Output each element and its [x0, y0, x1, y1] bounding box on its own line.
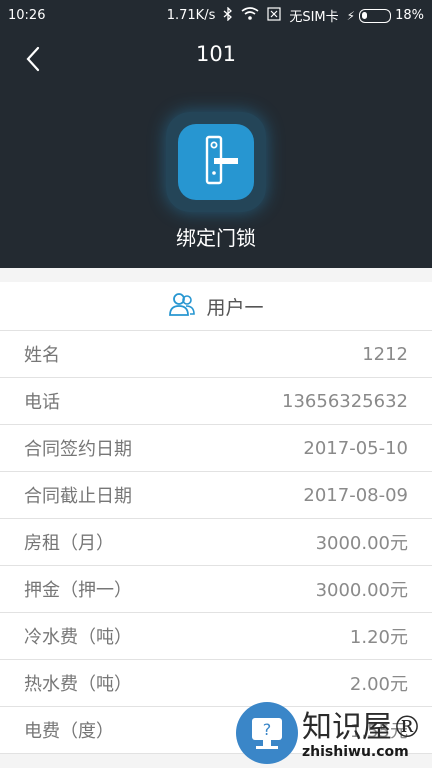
status-right: 1.71K/s 无SIM卡 ⚡ 18% [166, 5, 424, 25]
battery-icon [359, 8, 392, 23]
info-row-contract-end: 合同截止日期 2017-08-09 [0, 472, 432, 519]
sim-status: 无SIM卡 [289, 10, 339, 25]
watermark-logo-icon: ? [236, 702, 298, 764]
info-row-contract-start: 合同签约日期 2017-05-10 [0, 425, 432, 472]
row-label: 电费（度） [24, 721, 114, 742]
row-value: 3000.00元 [315, 533, 408, 554]
info-row-deposit: 押金（押一） 3000.00元 [0, 566, 432, 613]
no-sim-icon [267, 6, 281, 25]
bind-lock-button[interactable] [166, 112, 266, 212]
watermark-text: 知识屋® [302, 710, 422, 745]
row-label: 电话 [24, 392, 60, 413]
users-icon [168, 291, 196, 322]
user-info-card: 用户一 姓名 1212 电话 13656325632 合同签约日期 2017-0… [0, 282, 432, 754]
charging-icon: ⚡ [346, 8, 356, 23]
row-value: 13656325632 [282, 390, 408, 412]
bind-lock-label[interactable]: 绑定门锁 [0, 222, 432, 251]
row-value: 2017-05-10 [303, 437, 408, 459]
row-label: 热水费（吨） [24, 674, 132, 695]
page-title: 101 [195, 42, 237, 66]
wifi-icon [241, 7, 259, 24]
row-value: 3000.00元 [315, 580, 408, 601]
lock-icon-tile [178, 124, 254, 200]
battery: ⚡ 18% [347, 8, 424, 23]
info-row-name: 姓名 1212 [0, 331, 432, 378]
row-label: 合同截止日期 [24, 486, 132, 507]
watermark: ? 知识屋® zhishiwu.com [232, 698, 432, 768]
row-label: 合同签约日期 [24, 439, 132, 460]
row-label: 押金（押一） [24, 580, 132, 601]
row-value: 2017-08-09 [303, 484, 408, 506]
row-value: 1.20元 [349, 627, 408, 648]
network-speed: 1.71K/s [166, 8, 216, 23]
user-section-header: 用户一 [0, 282, 432, 331]
row-label: 姓名 [24, 345, 60, 366]
status-bar: 10:26 1.71K/s 无SIM卡 ⚡ 18% [0, 0, 432, 32]
info-row-cold-water: 冷水费（吨） 1.20元 [0, 613, 432, 660]
svg-text:?: ? [263, 720, 272, 739]
door-lock-icon [205, 135, 238, 185]
info-row-phone: 电话 13656325632 [0, 378, 432, 425]
info-row-rent: 房租（月） 3000.00元 [0, 519, 432, 566]
header: 10:26 1.71K/s 无SIM卡 ⚡ 18% 101 绑定门锁 [0, 0, 432, 268]
bluetooth-icon [223, 5, 233, 25]
user-section-title: 用户一 [206, 296, 264, 319]
status-time: 10:26 [8, 8, 46, 23]
row-value: 1212 [362, 343, 408, 365]
row-label: 冷水费（吨） [24, 627, 132, 648]
title-bar: 101 [0, 34, 432, 80]
row-label: 房租（月） [24, 533, 114, 554]
battery-level: 18% [395, 8, 424, 23]
row-value: 2.00元 [349, 674, 408, 695]
watermark-url: zhishiwu.com [302, 744, 409, 760]
